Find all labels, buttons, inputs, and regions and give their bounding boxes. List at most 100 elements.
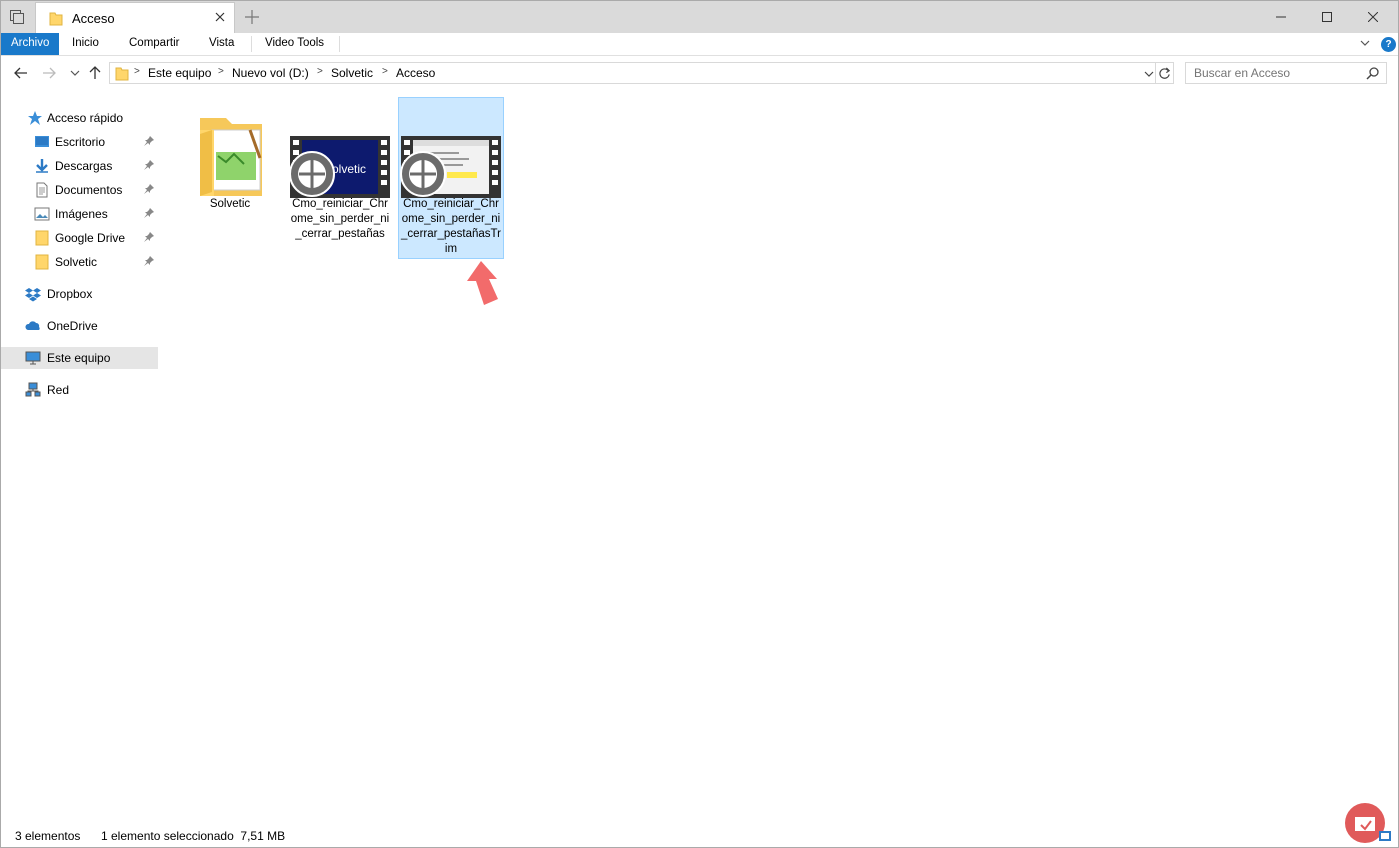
video-file-icon: olvetic	[289, 136, 390, 198]
pin-icon	[144, 208, 154, 218]
folder-icon	[49, 12, 63, 26]
sidebar-item-red[interactable]: Red	[1, 379, 158, 401]
ribbon-divider	[251, 36, 252, 52]
item-count: 3 elementos	[15, 829, 81, 843]
back-arrow-icon[interactable]	[13, 65, 29, 81]
pin-icon	[144, 232, 154, 242]
ribbon-divider	[339, 36, 340, 52]
solvetic-logo-icon	[1345, 803, 1391, 843]
refresh-button[interactable]	[1156, 62, 1174, 84]
close-window-button[interactable]	[1350, 1, 1396, 33]
tab-archivo[interactable]: Archivo	[1, 33, 60, 55]
ribbon-tabs: Archivo Inicio Compartir Vista Video Too…	[1, 33, 1398, 56]
computer-icon	[25, 351, 41, 365]
navigation-pane: Acceso rápido Escritorio Descargas Docum…	[1, 101, 161, 411]
file-name: Solvetic	[209, 198, 251, 210]
file-list: Solvetic olvetic Cmo_reiniciar_Chrome_si…	[171, 95, 1391, 815]
search-icon[interactable]	[1366, 66, 1380, 80]
folder-icon	[35, 230, 49, 246]
file-name: Cmo_reiniciar_Chrome_sin_perder_ni_cerra…	[401, 198, 501, 255]
close-icon	[1368, 12, 1378, 22]
breadcrumb-acceso[interactable]: Acceso	[396, 66, 435, 80]
folder-icon	[35, 254, 49, 270]
file-item-video-trim[interactable]: Cmo_reiniciar_Chrome_sin_perder_ni_cerra…	[398, 97, 504, 259]
breadcrumb-separator-icon[interactable]: >	[317, 66, 323, 77]
sidebar-item-label: Descargas	[55, 159, 113, 173]
breadcrumb-nuevo-vol[interactable]: Nuevo vol (D:)	[232, 66, 309, 80]
new-tab-icon[interactable]	[243, 8, 261, 26]
tab-compartir[interactable]: Compartir	[117, 33, 191, 55]
pin-icon	[144, 160, 154, 170]
download-icon	[36, 159, 48, 173]
folder-icon	[200, 118, 262, 196]
sidebar-item-label: Este equipo	[47, 351, 111, 365]
search-box[interactable]	[1185, 62, 1387, 84]
sidebar-item-label: OneDrive	[47, 319, 98, 333]
sidebar-item-label: Dropbox	[47, 287, 93, 301]
sidebar-item-acceso-rapido[interactable]: Acceso rápido	[1, 107, 158, 129]
status-bar: 3 elementos 1 elemento seleccionado 7,51…	[1, 827, 1398, 847]
minimize-button[interactable]	[1258, 1, 1304, 33]
forward-arrow-icon[interactable]	[41, 65, 57, 81]
file-item-solvetic-folder[interactable]: Solvetic	[177, 97, 283, 259]
sidebar-item-descargas[interactable]: Descargas	[1, 155, 158, 177]
pictures-icon	[34, 207, 50, 221]
breadcrumb-separator-icon[interactable]: >	[218, 66, 224, 77]
refresh-icon	[1159, 67, 1171, 79]
desktop-icon	[35, 136, 49, 147]
recent-locations-icon[interactable]	[67, 65, 83, 81]
pin-icon	[144, 184, 154, 194]
sidebar-item-imagenes[interactable]: Imágenes	[1, 203, 158, 225]
expand-ribbon-icon[interactable]	[1359, 37, 1371, 49]
sidebar-item-dropbox[interactable]: Dropbox	[1, 283, 158, 305]
file-item-video[interactable]: olvetic Cmo_reiniciar_Chrome_sin_perder_…	[287, 97, 393, 259]
navigation-bar: > Este equipo > Nuevo vol (D:) > Solveti…	[1, 57, 1398, 89]
sidebar-item-label: Red	[47, 383, 70, 397]
tab-acceso[interactable]: Acceso	[35, 2, 235, 33]
pin-icon	[144, 256, 154, 266]
sidebar-item-label: Documentos	[55, 183, 123, 197]
window-tabs-icon[interactable]	[9, 9, 25, 25]
help-icon[interactable]: ?	[1381, 37, 1396, 52]
tab-video-tools[interactable]: Video Tools	[253, 33, 336, 55]
breadcrumb-solvetic[interactable]: Solvetic	[331, 66, 373, 80]
chevron-down-icon[interactable]	[1143, 68, 1155, 80]
dropbox-icon	[25, 288, 41, 302]
sidebar-item-google-drive[interactable]: Google Drive	[1, 227, 158, 249]
tab-vista[interactable]: Vista	[197, 33, 246, 55]
sidebar-item-label: Escritorio	[55, 135, 106, 149]
network-icon	[25, 382, 41, 397]
sidebar-item-label: Solvetic	[55, 255, 98, 269]
star-icon	[28, 111, 42, 125]
sidebar-item-label: Imágenes	[55, 207, 108, 221]
selection-info: 1 elemento seleccionado 7,51 MB	[101, 829, 286, 843]
onedrive-cloud-icon	[25, 321, 40, 330]
search-input[interactable]	[1186, 63, 1362, 83]
address-bar[interactable]: > Este equipo > Nuevo vol (D:) > Solveti…	[109, 62, 1156, 84]
breadcrumb-separator-icon[interactable]: >	[382, 66, 388, 77]
sidebar-item-label: Google Drive	[55, 231, 126, 245]
explorer-window: Acceso Archivo Inicio Compartir Vista Vi…	[0, 0, 1399, 848]
sidebar-item-label: Acceso rápido	[47, 111, 124, 125]
video-thumbnail-text: olvetic	[332, 162, 366, 176]
sidebar-item-este-equipo[interactable]: Este equipo	[1, 347, 158, 369]
tab-inicio[interactable]: Inicio	[60, 33, 111, 55]
maximize-icon	[1322, 12, 1332, 22]
sidebar-item-escritorio[interactable]: Escritorio	[1, 131, 158, 153]
sidebar-item-onedrive[interactable]: OneDrive	[1, 315, 158, 337]
video-file-icon	[400, 136, 501, 198]
tab-title: Acceso	[72, 11, 115, 26]
up-arrow-icon[interactable]	[87, 65, 103, 81]
maximize-button[interactable]	[1304, 1, 1350, 33]
pin-icon	[144, 136, 154, 146]
breadcrumb-este-equipo[interactable]: Este equipo	[148, 66, 211, 80]
document-icon	[36, 182, 48, 198]
folder-icon	[115, 67, 129, 81]
annotation-arrow-icon	[467, 261, 498, 305]
minimize-icon	[1276, 16, 1286, 18]
sidebar-item-solvetic[interactable]: Solvetic	[1, 251, 158, 273]
title-bar: Acceso	[1, 1, 1398, 33]
breadcrumb-separator-icon[interactable]: >	[134, 66, 140, 77]
sidebar-item-documentos[interactable]: Documentos	[1, 179, 158, 201]
close-tab-icon[interactable]	[212, 9, 228, 25]
